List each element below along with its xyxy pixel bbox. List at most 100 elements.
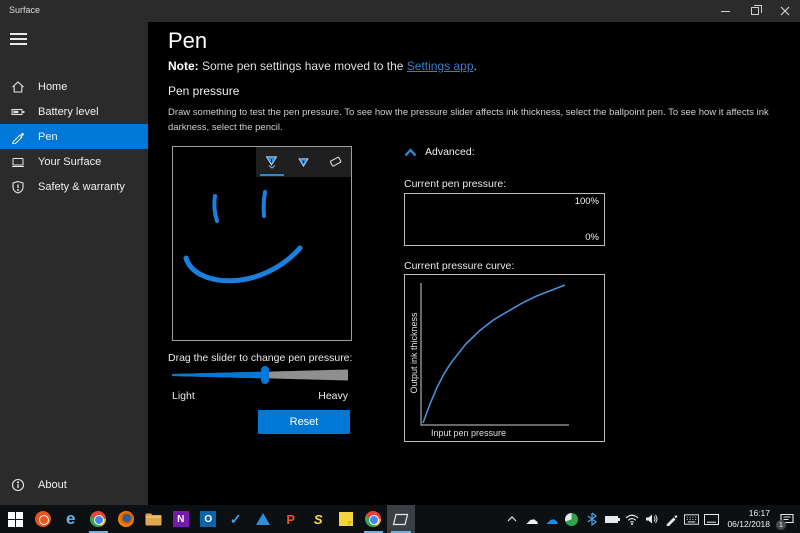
minimize-button[interactable] xyxy=(710,0,740,22)
slider-thumb[interactable] xyxy=(261,366,270,384)
keyboard-icon xyxy=(684,513,700,525)
battery-icon xyxy=(11,105,25,119)
taskbar-app-outlook[interactable]: O xyxy=(195,505,223,533)
clock-time: 16:17 xyxy=(748,507,770,518)
pressure-curve-line xyxy=(422,284,566,424)
sidebar-item-pen[interactable]: Pen xyxy=(0,124,148,149)
slider-end-labels: Light Heavy xyxy=(172,390,348,402)
sidebar-item-label: Battery level xyxy=(38,105,99,118)
slider-min-label: Light xyxy=(172,390,195,402)
action-center-button[interactable]: 1 xyxy=(776,505,796,533)
current-pressure-curve-label: Current pressure curve: xyxy=(404,260,515,272)
close-icon xyxy=(780,6,790,16)
taskbar-app-p[interactable]: P xyxy=(277,505,305,533)
pencil-icon xyxy=(298,157,309,167)
taskbar: e N O ✓ P S ☁ ☁ 16:17 06/12/2018 1 xyxy=(0,505,800,533)
taskbar-app-blue-triangle[interactable] xyxy=(250,505,278,533)
home-icon xyxy=(11,80,25,94)
close-button[interactable] xyxy=(770,0,800,22)
taskbar-app-edge[interactable]: e xyxy=(57,505,85,533)
sidebar-item-label: Your Surface xyxy=(38,155,102,168)
wifi-icon xyxy=(625,514,639,525)
pressure-curve-plot xyxy=(420,283,569,426)
tray-volume[interactable] xyxy=(644,505,659,533)
sidebar-item-about[interactable]: About xyxy=(0,472,148,497)
maximize-button[interactable] xyxy=(740,0,770,22)
taskbar-app-ubuntu[interactable] xyxy=(30,505,58,533)
tray-pen[interactable] xyxy=(664,505,679,533)
tray-chevron-up-button[interactable] xyxy=(504,505,519,533)
pen-pressure-slider[interactable] xyxy=(172,366,348,384)
slider-max-label: Heavy xyxy=(318,390,348,402)
tray-storage[interactable] xyxy=(564,505,579,533)
sidebar-item-label: Safety & warranty xyxy=(38,180,125,193)
minimize-icon xyxy=(720,10,730,12)
taskbar-app-sticky-notes[interactable] xyxy=(332,505,360,533)
taskbar-app-todo[interactable]: ✓ xyxy=(222,505,250,533)
surface-app-window: Surface Home Battery level Pen Your Surf… xyxy=(0,0,800,533)
taskbar-app-onenote[interactable]: N xyxy=(167,505,195,533)
pencil-tool-button[interactable] xyxy=(288,147,320,177)
titlebar: Surface xyxy=(0,0,800,22)
reset-button[interactable]: Reset xyxy=(258,410,350,434)
meter-min-value: 0% xyxy=(585,232,599,243)
taskbar-app-chrome[interactable] xyxy=(85,505,113,533)
device-icon xyxy=(11,155,25,169)
p-app-icon: P xyxy=(286,511,296,527)
cloud-blue-icon: ☁ xyxy=(545,511,559,527)
taskbar-app-surface-active[interactable] xyxy=(387,505,415,533)
taskbar-app-firefox[interactable] xyxy=(112,505,140,533)
blue-triangle-app-icon xyxy=(256,513,271,525)
pen-icon xyxy=(11,130,25,144)
taskbar-app-chrome-2[interactable] xyxy=(360,505,388,533)
sidebar-item-label: About xyxy=(38,478,67,491)
settings-app-link[interactable]: Settings app xyxy=(407,59,474,73)
restore-icon xyxy=(751,5,762,15)
tray-touch-keyboard[interactable] xyxy=(684,505,700,533)
eraser-tool-button[interactable] xyxy=(319,147,351,177)
taskbar-app-s[interactable]: S xyxy=(305,505,333,533)
info-icon xyxy=(11,478,25,492)
outlook-icon: O xyxy=(200,511,217,527)
sticky-notes-icon xyxy=(338,512,353,526)
curve-y-axis-label: Output ink thickness xyxy=(409,312,419,394)
chevron-down-icon xyxy=(268,164,276,169)
tray-wifi[interactable] xyxy=(624,505,639,533)
edge-icon: e xyxy=(66,509,76,528)
meter-max-value: 100% xyxy=(574,196,599,207)
todo-check-icon: ✓ xyxy=(229,510,242,527)
sidebar-item-your-surface[interactable]: Your Surface xyxy=(0,149,148,174)
start-button[interactable] xyxy=(2,505,30,533)
onenote-icon: N xyxy=(172,511,189,527)
notification-badge: 1 xyxy=(776,520,786,530)
advanced-toggle[interactable]: Advanced: xyxy=(404,146,475,158)
note-label: Note: xyxy=(168,59,199,73)
sidebar-item-home[interactable]: Home xyxy=(0,74,148,99)
window-title: Surface xyxy=(9,5,41,15)
cloud-icon: ☁ xyxy=(525,511,539,527)
note-text: Some pen settings have moved to the xyxy=(198,59,407,73)
tray-bluetooth[interactable] xyxy=(584,505,599,533)
ballpoint-pen-tool-button[interactable] xyxy=(256,147,288,177)
storage-pie-icon xyxy=(565,512,579,526)
tray-display[interactable] xyxy=(704,505,720,533)
tray-onedrive[interactable]: ☁ xyxy=(524,505,539,533)
tray-onedrive-blue[interactable]: ☁ xyxy=(544,505,559,533)
chevron-up-icon xyxy=(404,147,417,156)
section-title-pen-pressure: Pen pressure xyxy=(168,84,240,98)
taskbar-clock[interactable]: 16:17 06/12/2018 xyxy=(724,508,773,530)
taskbar-app-file-explorer[interactable] xyxy=(140,505,168,533)
curve-x-axis-label: Input pen pressure xyxy=(431,428,507,438)
page-title: Pen xyxy=(168,28,208,53)
eraser-icon xyxy=(329,156,342,167)
drawing-canvas[interactable] xyxy=(172,146,352,341)
sidebar-item-safety-warranty[interactable]: Safety & warranty xyxy=(0,174,148,199)
sidebar-item-battery-level[interactable]: Battery level xyxy=(0,99,148,124)
current-pen-pressure-label: Current pen pressure: xyxy=(404,178,507,190)
advanced-label: Advanced: xyxy=(425,146,475,158)
hamburger-menu-button[interactable] xyxy=(10,30,38,54)
shield-icon xyxy=(11,180,25,194)
sidebar: Home Battery level Pen Your Surface Safe xyxy=(0,22,148,505)
tray-battery[interactable] xyxy=(604,505,621,533)
sidebar-item-label: Pen xyxy=(38,130,58,143)
